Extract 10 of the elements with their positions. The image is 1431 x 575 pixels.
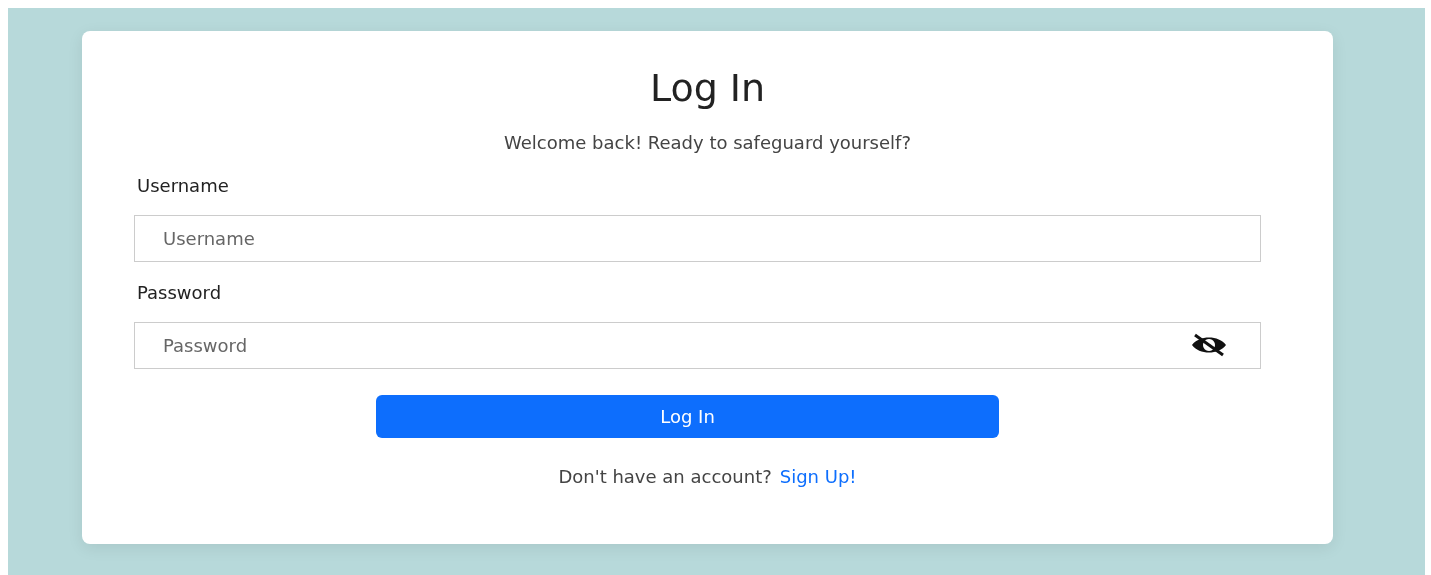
field-label: Username: [137, 175, 230, 197]
welcome-subtitle: Welcome back! Ready to safeguard yourself?: [503, 131, 912, 155]
field-label: Password: [137, 282, 223, 304]
hide-password-icon[interactable]: [1189, 333, 1229, 357]
login-button[interactable]: Log In: [376, 395, 999, 438]
username-field[interactable]: Username: [134, 215, 1261, 262]
login-title: Log In: [648, 65, 767, 111]
password-field[interactable]: Password: [134, 322, 1261, 369]
signup-link[interactable]: Sign Up!: [779, 466, 857, 487]
signup-prompt: Don't have an account?: [558, 466, 772, 487]
